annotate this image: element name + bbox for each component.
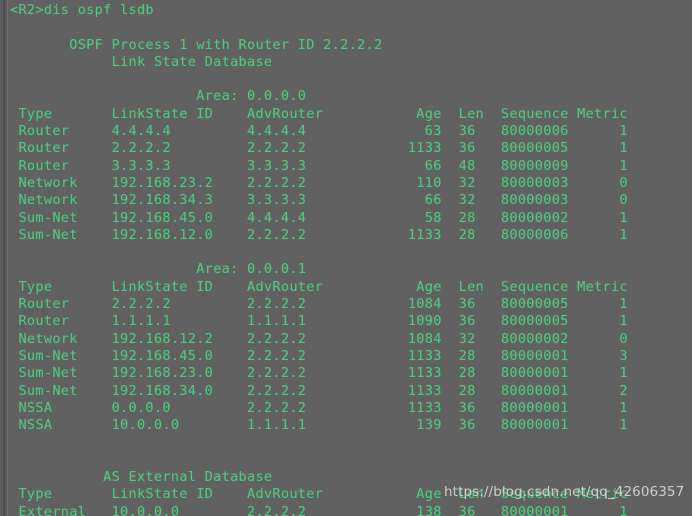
terminal-window: <R2>dis ospf lsdb OSPF Process 1 with Ro… xyxy=(0,0,692,516)
terminal-screen[interactable]: <R2>dis ospf lsdb OSPF Process 1 with Ro… xyxy=(0,0,692,516)
console-output: <R2>dis ospf lsdb OSPF Process 1 with Ro… xyxy=(10,2,628,516)
